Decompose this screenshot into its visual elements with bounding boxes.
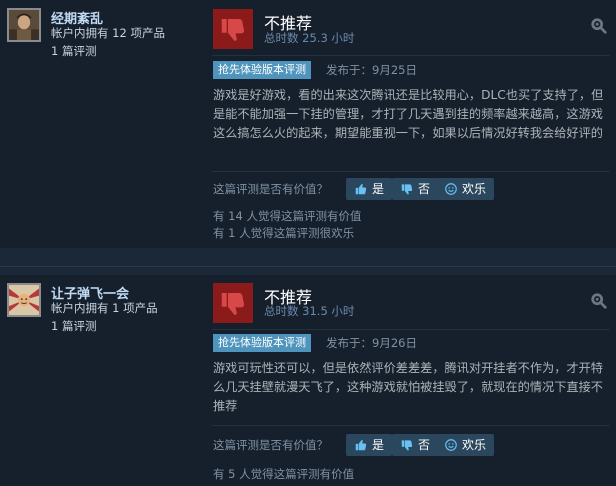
posted-date: 发布于：9月26日	[326, 336, 417, 350]
early-access-badge: 抢先体验版本评测	[213, 61, 311, 79]
user-avatar[interactable]	[7, 283, 41, 317]
review-body: 游戏可玩性还可以，但是依然评价差差差，腾讯对开挂者不作为，才开特么几天挂壁就漫天…	[213, 361, 603, 413]
thumbs-down-icon	[401, 440, 413, 451]
vote-funny-button[interactable]: 欢乐	[436, 434, 495, 456]
products-owned[interactable]: 帐户内拥有 1 项产品	[51, 299, 158, 317]
early-access-badge: 抢先体验版本评测	[213, 334, 311, 352]
thumbs-up-icon	[355, 440, 367, 451]
vote-yes-label: 是	[372, 438, 385, 452]
verdict-thumb	[213, 283, 253, 323]
vote-yes-button[interactable]: 是	[346, 434, 393, 456]
separator-line	[0, 266, 616, 267]
posted-date: 发布于：9月25日	[326, 63, 417, 77]
vote-funny-label: 欢乐	[462, 182, 487, 196]
hours-played: 总时数 25.3 小时	[264, 31, 355, 45]
divider	[212, 329, 610, 330]
review-card: 让子弹飞一会 帐户内拥有 1 项产品 1 篇评测 不推荐 总时数 31.5 小时…	[0, 275, 616, 486]
divider	[212, 171, 610, 172]
hours-played: 总时数 31.5 小时	[264, 304, 355, 318]
vote-no-button[interactable]: 否	[392, 178, 439, 200]
review-separator	[0, 248, 616, 275]
review-body: 游戏是好游戏，看的出来这次腾讯还是比较用心，DLC也买了支持了，但是能不能加强一…	[213, 88, 604, 140]
vote-yes-label: 是	[372, 182, 385, 196]
vote-no-button[interactable]: 否	[392, 434, 439, 456]
helpful-question: 这篇评测是否有价值？	[213, 182, 328, 196]
award-gear-icon[interactable]	[590, 17, 608, 35]
thumbs-down-icon	[221, 293, 245, 315]
helpful-count: 有 5 人觉得这篇评测有价值	[213, 467, 355, 481]
smiley-icon	[445, 439, 457, 451]
review-card: 经期紊乱 帐户内拥有 12 项产品 1 篇评测 不推荐 总时数 25.3 小时 …	[0, 0, 616, 248]
helpful-count: 有 14 人觉得这篇评测有价值	[213, 209, 362, 223]
award-gear-icon[interactable]	[590, 292, 608, 310]
thumbs-down-icon	[221, 19, 245, 41]
thumbs-up-icon	[355, 184, 367, 195]
verdict-thumb	[213, 9, 253, 49]
products-owned[interactable]: 帐户内拥有 12 项产品	[51, 24, 165, 42]
funny-count: 有 1 人觉得这篇评测很欢乐	[213, 226, 355, 240]
review-count[interactable]: 1 篇评测	[51, 317, 96, 335]
vote-no-label: 否	[418, 438, 431, 452]
vote-yes-button[interactable]: 是	[346, 178, 393, 200]
divider	[212, 55, 610, 56]
divider	[212, 425, 610, 426]
vote-funny-label: 欢乐	[462, 438, 487, 452]
thumbs-down-icon	[401, 184, 413, 195]
vote-funny-button[interactable]: 欢乐	[436, 178, 495, 200]
vote-no-label: 否	[418, 182, 431, 196]
helpful-question: 这篇评测是否有价值？	[213, 438, 328, 452]
smiley-icon	[445, 183, 457, 195]
user-avatar[interactable]	[7, 8, 41, 42]
review-count[interactable]: 1 篇评测	[51, 42, 96, 60]
